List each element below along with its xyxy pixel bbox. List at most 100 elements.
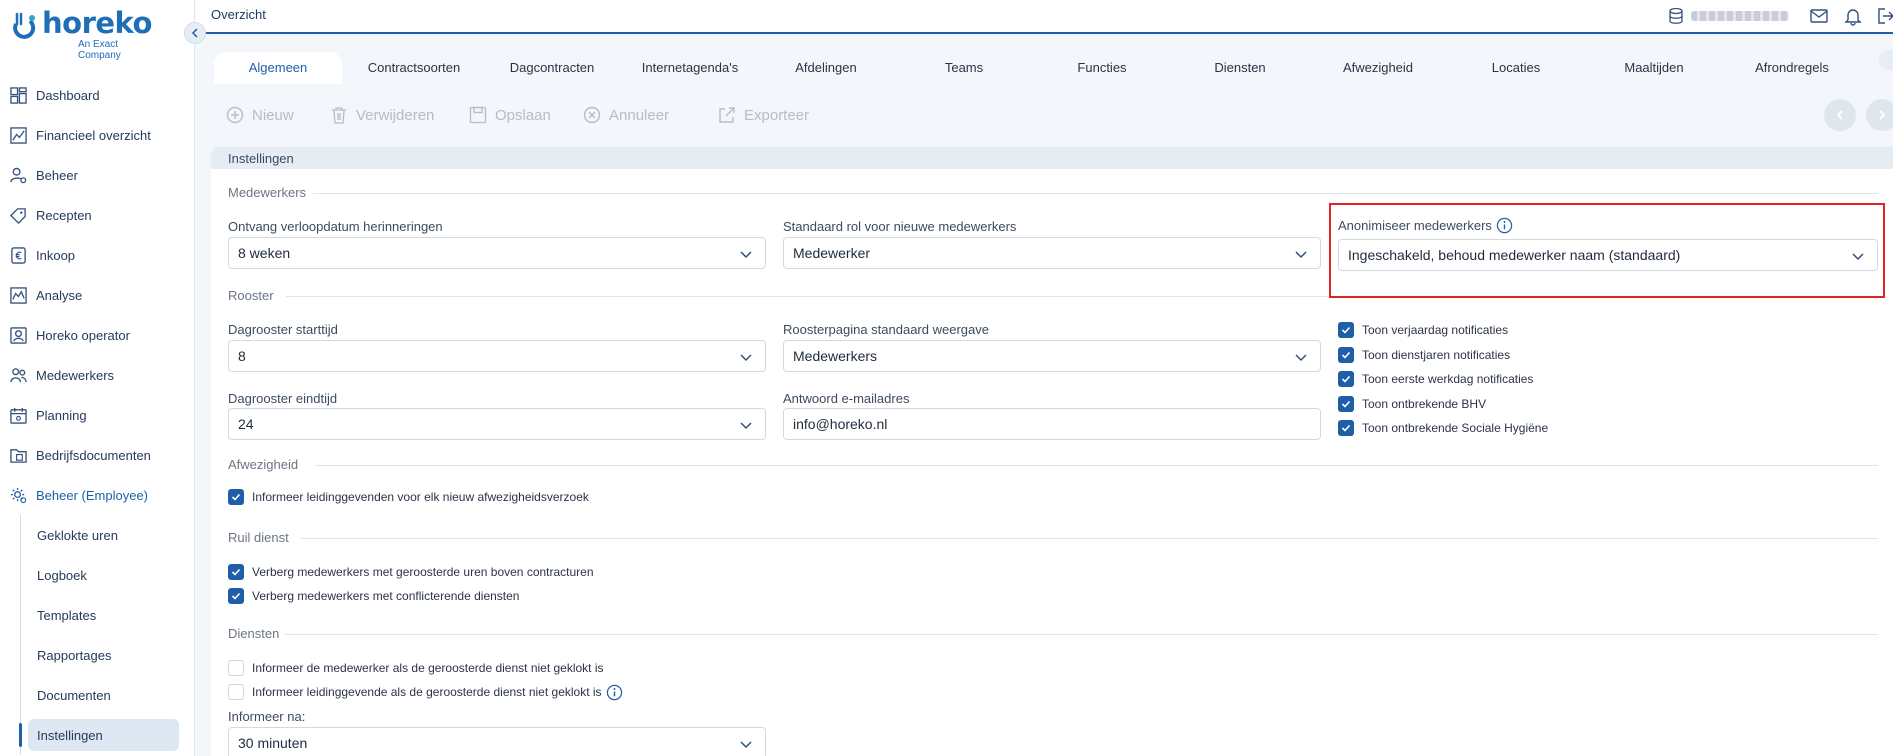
checkbox-conflicterende-diensten[interactable]: Verberg medewerkers met conflicterende d…	[228, 587, 519, 605]
sidebar-item-inkoop[interactable]: Inkoop	[0, 235, 195, 275]
tab-teams[interactable]: Teams	[900, 52, 1028, 84]
database-icon[interactable]	[1667, 7, 1685, 25]
tab-locaties[interactable]: Locaties	[1452, 52, 1580, 84]
save-button[interactable]: Opslaan	[469, 104, 551, 126]
checkbox-box[interactable]	[1338, 347, 1354, 363]
export-button[interactable]: Exporteer	[718, 104, 809, 126]
sidebar-subitem-documenten[interactable]: Documenten	[0, 675, 195, 715]
informeer-na-select[interactable]: 30 minuten	[228, 727, 766, 756]
section-ruil-dienst: Ruil dienst	[228, 530, 289, 545]
tab-functies[interactable]: Functies	[1038, 52, 1166, 84]
section-diensten: Diensten	[228, 626, 280, 641]
brand-name: horeko	[42, 6, 152, 40]
checkbox-geroosterde-uren[interactable]: Verberg medewerkers met geroosterde uren…	[228, 563, 594, 581]
verloopdatum-select[interactable]: 8 weken	[228, 237, 766, 269]
mail-icon[interactable]	[1809, 6, 1829, 26]
tab-dagcontracten[interactable]: Dagcontracten	[488, 52, 616, 84]
tab-maaltijden[interactable]: Maaltijden	[1590, 52, 1718, 84]
sidebar-item-horeko-operator[interactable]: Horeko operator	[0, 315, 195, 355]
sidebar-subitem-geklokte-uren[interactable]: Geklokte uren	[0, 515, 195, 555]
section-divider	[301, 538, 1878, 539]
info-icon[interactable]	[606, 684, 623, 701]
checkbox-box[interactable]	[228, 489, 244, 505]
next-record-button[interactable]	[1866, 99, 1893, 131]
informeer-na-label: Informeer na:	[228, 709, 306, 724]
collapse-sidebar-button[interactable]	[184, 22, 206, 44]
checkbox-informeer-leidinggevende[interactable]: Informeer leidinggevende als de gerooste…	[228, 683, 623, 701]
tab-afrondregels[interactable]: Afrondregels	[1728, 52, 1856, 84]
tab-contractsoorten[interactable]: Contractsoorten	[350, 52, 478, 84]
sidebar-item-planning[interactable]: Planning	[0, 395, 195, 435]
checkbox-box[interactable]	[1338, 420, 1354, 436]
sidebar-item-financieel-overzicht[interactable]: Financieel overzicht	[0, 115, 195, 155]
horeko-logo[interactable]: horeko An Exact Company	[12, 6, 157, 61]
checkbox-box[interactable]	[228, 684, 244, 700]
operator-icon	[10, 326, 27, 344]
checkbox-box[interactable]	[1338, 396, 1354, 412]
tab-diensten[interactable]: Diensten	[1176, 52, 1304, 84]
sidebar-item-analyse[interactable]: Analyse	[0, 275, 195, 315]
sidebar-item-label: Analyse	[36, 287, 83, 303]
calendar-icon	[10, 407, 27, 424]
sidebar-subitem-templates[interactable]: Templates	[0, 595, 195, 635]
logout-icon[interactable]	[1877, 6, 1893, 26]
checkbox-dienstjaren[interactable]: Toon dienstjaren notificaties	[1338, 346, 1510, 364]
email-input[interactable]: info@horeko.nl	[783, 408, 1321, 440]
sidebar-subitem-label: Documenten	[37, 687, 111, 703]
bell-icon[interactable]	[1843, 6, 1863, 26]
top-bar: Overzicht	[196, 0, 1893, 34]
checkbox-eerste-werkdag[interactable]: Toon eerste werkdag notificaties	[1338, 370, 1533, 388]
new-button[interactable]: Nieuw	[226, 104, 294, 126]
sidebar-item-label: Horeko operator	[36, 327, 130, 343]
checkbox-box[interactable]	[228, 660, 244, 676]
checkbox-box[interactable]	[1338, 371, 1354, 387]
toolbar: Nieuw Verwijderen Opslaan Annuleer Expor…	[196, 84, 1893, 144]
checkbox-box[interactable]	[228, 564, 244, 580]
chevron-left-icon	[191, 28, 198, 38]
checkbox-box[interactable]	[1338, 322, 1354, 338]
plus-circle-icon	[226, 106, 244, 124]
checkbox-bhv[interactable]: Toon ontbrekende BHV	[1338, 395, 1486, 413]
sidebar-subitem-label: Geklokte uren	[37, 527, 118, 543]
users-icon	[10, 367, 27, 382]
tab-algemeen[interactable]: Algemeen	[214, 52, 342, 84]
sidebar-subitem-rapportages[interactable]: Rapportages	[0, 635, 195, 675]
eindtijd-label: Dagrooster eindtijd	[228, 391, 338, 406]
section-divider	[285, 634, 1878, 635]
checkbox-afwezigheidsverzoek[interactable]: Informeer leidinggevenden voor elk nieuw…	[228, 488, 589, 506]
informeer-na-value: 30 minuten	[238, 735, 308, 751]
checkbox-sociale-hygiene[interactable]: Toon ontbrekende Sociale Hygiëne	[1338, 419, 1548, 437]
checkbox-label: Toon ontbrekende Sociale Hygiëne	[1362, 421, 1549, 435]
checkbox-label: Informeer leidinggevenden voor elk nieuw…	[252, 490, 589, 504]
sidebar-item-dashboard[interactable]: Dashboard	[0, 75, 195, 115]
sidebar-item-medewerkers[interactable]: Medewerkers	[0, 355, 195, 395]
starttijd-select[interactable]: 8	[228, 340, 766, 372]
standaard-rol-select[interactable]: Medewerker	[783, 237, 1321, 269]
sidebar-item-beheer[interactable]: Beheer	[0, 155, 195, 195]
checkbox-informeer-medewerker[interactable]: Informeer de medewerker als de gerooster…	[228, 659, 604, 677]
check-icon	[1341, 424, 1351, 432]
chevron-down-icon	[740, 741, 752, 749]
blurred-username[interactable]	[1691, 11, 1789, 21]
check-icon	[231, 592, 241, 600]
sidebar-item-beheer-employee[interactable]: Beheer (Employee)	[0, 475, 195, 515]
previous-record-button[interactable]	[1824, 99, 1856, 131]
weergave-select[interactable]: Medewerkers	[783, 340, 1321, 372]
delete-button[interactable]: Verwijderen	[330, 104, 434, 126]
sidebar-subitem-logboek[interactable]: Logboek	[0, 555, 195, 595]
eindtijd-value: 24	[238, 416, 254, 432]
check-icon	[231, 493, 241, 501]
tabs-scroll-indicator[interactable]	[1879, 50, 1893, 70]
chevron-down-icon	[1295, 251, 1307, 259]
sidebar-item-bedrijfsdocumenten[interactable]: Bedrijfsdocumenten	[0, 435, 195, 475]
tab-internetagendas[interactable]: Internetagenda's	[626, 52, 754, 84]
sidebar-item-recepten[interactable]: Recepten	[0, 195, 195, 235]
tab-afwezigheid[interactable]: Afwezigheid	[1314, 52, 1442, 84]
sidebar-subitem-instellingen[interactable]: Instellingen	[0, 715, 195, 755]
cancel-button[interactable]: Annuleer	[583, 104, 669, 126]
checkbox-box[interactable]	[228, 588, 244, 604]
tab-afdelingen[interactable]: Afdelingen	[762, 52, 890, 84]
breadcrumb[interactable]: Overzicht	[211, 7, 266, 22]
checkbox-verjaardag[interactable]: Toon verjaardag notificaties	[1338, 321, 1508, 339]
eindtijd-select[interactable]: 24	[228, 408, 766, 440]
